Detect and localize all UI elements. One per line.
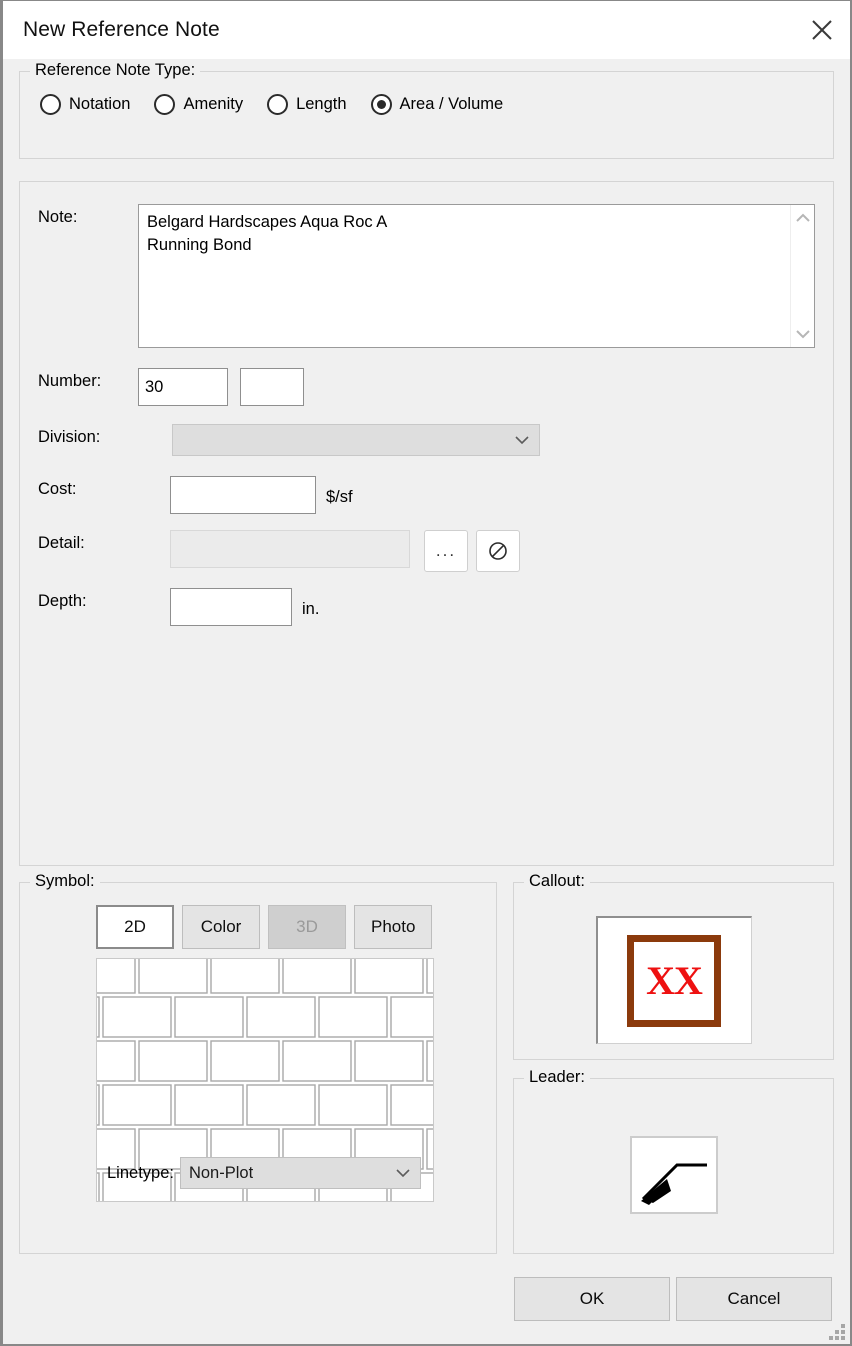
reference-note-type-legend: Reference Note Type: <box>30 61 201 80</box>
leader-legend: Leader: <box>524 1068 590 1087</box>
note-row: Note: Belgard Hardscapes Aqua Roc A Runn… <box>38 204 815 348</box>
reference-note-type-radios: Notation Amenity Length Area / Volume <box>20 94 833 115</box>
reference-note-type-group: Reference Note Type: Notation Amenity Le… <box>19 61 834 159</box>
callout-preview-area: XX <box>514 901 833 1059</box>
number-row: Number: 30 <box>38 368 815 406</box>
close-button[interactable] <box>794 2 850 58</box>
no-entry-icon <box>489 542 507 560</box>
ellipsis-icon: ... <box>435 541 457 560</box>
leader-group: Leader: <box>513 1068 834 1254</box>
note-fields-group: Note: Belgard Hardscapes Aqua Roc A Runn… <box>19 181 834 866</box>
radio-amenity-label: Amenity <box>183 95 244 113</box>
linetype-label: Linetype: <box>107 1163 174 1182</box>
window-title: New Reference Note <box>23 18 220 41</box>
symbol-tab-3d: 3D <box>268 905 346 949</box>
cost-row: Cost: $/sf <box>38 476 815 514</box>
radio-area-volume[interactable]: Area / Volume <box>370 94 504 115</box>
radio-notation-label: Notation <box>69 95 131 113</box>
detail-browse-button[interactable]: ... <box>424 530 468 572</box>
leader-arrow-icon <box>640 1163 707 1205</box>
cost-unit-label: $/sf <box>326 487 353 506</box>
note-label: Note: <box>38 208 78 226</box>
symbol-tab-photo[interactable]: Photo <box>354 905 433 949</box>
symbol-tab-color[interactable]: Color <box>182 905 260 949</box>
radio-amenity[interactable]: Amenity <box>154 94 243 115</box>
radio-circle-icon <box>267 94 289 115</box>
chevron-down-icon <box>396 1169 410 1178</box>
detail-label: Detail: <box>38 534 85 552</box>
linetype-value: Non-Plot <box>188 1163 254 1182</box>
ok-button[interactable]: OK <box>514 1277 670 1321</box>
note-scrollbar[interactable] <box>790 205 814 347</box>
note-textarea-wrapper: Belgard Hardscapes Aqua Roc A Running Bo… <box>138 204 815 348</box>
callout-legend: Callout: <box>524 872 590 891</box>
symbol-tabs: 2D Color 3D Photo <box>96 905 496 949</box>
symbol-legend: Symbol: <box>30 872 100 891</box>
new-reference-note-dialog: New Reference Note Reference Note Type: … <box>0 0 852 1346</box>
chevron-down-icon <box>515 436 529 445</box>
callout-group: Callout: XX <box>513 872 834 1060</box>
bottom-panels: Symbol: 2D Color 3D Photo Linetype: Non-… <box>19 872 834 1254</box>
linetype-row: Linetype: Non-Plot <box>101 1157 421 1189</box>
leader-preview-area <box>514 1097 833 1253</box>
symbol-group: Symbol: 2D Color 3D Photo Linetype: Non-… <box>19 872 497 1254</box>
depth-unit-label: in. <box>302 599 320 618</box>
callout-preview[interactable]: XX <box>595 916 752 1044</box>
close-icon <box>812 20 832 40</box>
cancel-button[interactable]: Cancel <box>676 1277 832 1321</box>
callout-text: XX <box>646 957 703 1003</box>
radio-notation[interactable]: Notation <box>40 94 130 115</box>
number-suffix-input[interactable] <box>240 368 304 406</box>
detail-input[interactable] <box>170 530 410 568</box>
symbol-tab-2d[interactable]: 2D <box>96 905 174 949</box>
number-input[interactable]: 30 <box>138 368 228 406</box>
radio-circle-icon <box>154 94 176 115</box>
callout-leader-column: Callout: XX Leader: <box>513 872 834 1254</box>
division-select[interactable] <box>172 424 540 456</box>
division-label: Division: <box>38 428 101 446</box>
radio-circle-icon <box>40 94 61 115</box>
leader-preview[interactable] <box>629 1136 718 1214</box>
title-bar: New Reference Note <box>3 1 850 59</box>
number-label: Number: <box>38 372 102 390</box>
callout-square-icon: XX <box>627 934 721 1027</box>
linetype-select[interactable]: Non-Plot <box>179 1157 421 1189</box>
radio-length-label: Length <box>296 95 347 113</box>
radio-area-volume-label: Area / Volume <box>399 95 504 113</box>
division-row: Division: <box>38 424 815 456</box>
radio-length[interactable]: Length <box>267 94 347 115</box>
note-input[interactable]: Belgard Hardscapes Aqua Roc A Running Bo… <box>139 205 790 347</box>
dialog-footer: OK Cancel <box>3 1254 850 1344</box>
symbol-preview[interactable]: Linetype: Non-Plot <box>96 958 434 1202</box>
detail-clear-button[interactable] <box>476 530 520 572</box>
chevron-up-icon[interactable] <box>795 213 811 223</box>
chevron-down-icon[interactable] <box>795 329 811 339</box>
depth-input[interactable] <box>170 588 292 626</box>
cost-label: Cost: <box>38 480 77 498</box>
radio-circle-selected-icon <box>370 94 392 115</box>
detail-row: Detail: ... <box>38 530 815 572</box>
depth-label: Depth: <box>38 592 87 610</box>
cost-input[interactable] <box>170 476 316 514</box>
resize-grip-icon[interactable] <box>829 1324 845 1340</box>
depth-row: Depth: in. <box>38 588 815 626</box>
